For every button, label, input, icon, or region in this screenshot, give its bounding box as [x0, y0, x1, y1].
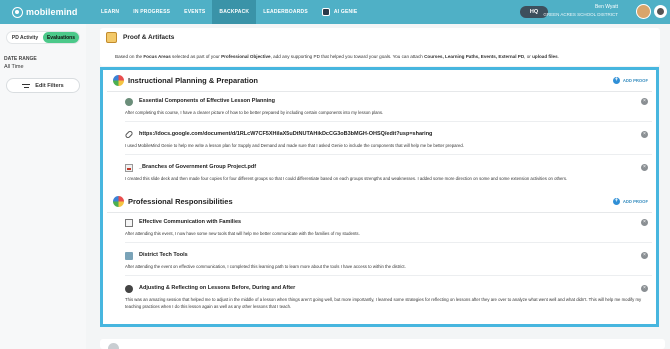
desc-bold: Courses, Learning Paths, Events, Externa… [424, 54, 525, 59]
section-icon [108, 343, 119, 349]
proof-item-desc: This was an amazing session that helped … [125, 297, 642, 309]
user-info[interactable]: Ben Wyatt GREEN ACRES SCHOOL DISTRICT [543, 4, 618, 18]
objectives-panel: Instructional Planning & Preparation + A… [100, 67, 659, 327]
objective-header: Professional Responsibilities + ADD PROO… [107, 195, 652, 209]
user-district: GREEN ACRES SCHOOL DISTRICT [543, 12, 618, 17]
help-icon[interactable] [654, 5, 667, 18]
desc-text: Based on the [115, 54, 144, 59]
course-icon [125, 98, 133, 106]
backpack-icon [106, 32, 117, 43]
desc-text: selected as part of your [170, 54, 222, 59]
objective-section: Instructional Planning & Preparation + A… [107, 74, 652, 181]
proof-item-title: _Branches of Government Group Project.pd… [139, 164, 257, 170]
learning-path-icon [125, 252, 133, 260]
toggle-evaluations[interactable]: Evaluations [43, 32, 79, 43]
remove-icon[interactable]: × [641, 131, 648, 138]
add-proof-label: ADD PROOF [622, 78, 648, 83]
proof-item-title: Effective Communication with Families [139, 219, 242, 225]
objective-title: Professional Responsibilities [128, 197, 233, 206]
remove-icon[interactable]: × [641, 285, 648, 292]
add-proof-button[interactable]: + ADD PROOF [612, 198, 648, 205]
objective-header: Instructional Planning & Preparation + A… [107, 74, 652, 88]
main-nav: LEARN IN PROGRESS EVENTS BACKPACK LEADER… [94, 0, 364, 24]
remove-icon[interactable]: × [641, 164, 648, 171]
remove-icon[interactable]: × [641, 252, 648, 259]
pdf-icon [125, 164, 133, 172]
nav-events[interactable]: EVENTS [177, 0, 212, 24]
focus-area-icon [113, 196, 124, 207]
proof-item-desc: After attending this event, I now have s… [125, 231, 360, 236]
proof-item-title: https://docs.google.com/document/d/1RLcW… [139, 131, 433, 137]
proof-item-title: Essential Components of Effective Lesson… [139, 98, 275, 104]
add-proof-label: ADD PROOF [622, 199, 648, 204]
event-icon [125, 219, 133, 227]
desc-text: , add any supporting PD that helped you … [270, 54, 425, 59]
remove-icon[interactable]: × [641, 98, 648, 105]
proof-item-title: Adjusting & Reflecting on Lessons Before… [139, 285, 296, 291]
user-avatar[interactable] [636, 4, 651, 19]
activity-toggle: PD Activity Evaluations [6, 31, 80, 44]
edit-filters-button[interactable]: Edit Filters [6, 78, 80, 93]
remove-icon[interactable]: × [641, 219, 648, 226]
user-name: Ben Wyatt [594, 4, 618, 10]
robot-icon [321, 8, 330, 16]
sidebar: PD Activity Evaluations DATE RANGE All T… [0, 24, 86, 349]
top-nav-bar: mobilemind LEARN IN PROGRESS EVENTS BACK… [0, 0, 670, 24]
desc-bold: Professional Objective [221, 54, 271, 59]
mobilemind-logo[interactable]: mobilemind [12, 6, 82, 18]
nav-ai-genie-label: AI GENIE [333, 9, 358, 15]
link-icon [124, 129, 134, 140]
proof-title: Proof & Artifacts [123, 34, 175, 41]
objective-title: Instructional Planning & Preparation [128, 76, 259, 85]
proof-item-desc: I used MobileMind Genie to help me write… [125, 143, 464, 148]
nav-learn[interactable]: LEARN [94, 0, 126, 24]
objective-section: Professional Responsibilities + ADD PROO… [107, 195, 652, 309]
add-proof-button[interactable]: + ADD PROOF [612, 77, 648, 84]
hq-label: HQ [529, 9, 539, 15]
date-range-value: All Time [4, 64, 24, 70]
proof-item-desc: After attending the event on effective c… [125, 264, 406, 269]
lesson-icon [125, 285, 133, 293]
desc-bold: upload files [532, 54, 558, 59]
filter-icon [22, 83, 31, 89]
date-range-label: DATE RANGE [4, 56, 37, 62]
proof-item-desc: After completing this course, I have a c… [125, 110, 384, 115]
proof-item-desc: I created this slide deck and then made … [125, 176, 568, 181]
nav-backpack[interactable]: BACKPACK [212, 0, 257, 24]
nav-leaderboards[interactable]: LEADERBOARDS [256, 0, 315, 24]
proof-item-title: District Tech Tools [139, 252, 188, 258]
desc-text: , or [524, 54, 533, 59]
proof-artifacts-card: Proof & Artifacts Based on the Focus Are… [100, 28, 660, 66]
nav-in-progress[interactable]: IN PROGRESS [126, 0, 177, 24]
plus-icon: + [612, 198, 620, 205]
plus-icon: + [612, 77, 620, 84]
proof-description: Based on the Focus Areas selected as par… [115, 54, 559, 59]
desc-text: . [557, 54, 559, 59]
logo-text: mobilemind [26, 7, 78, 17]
edit-filters-label: Edit Filters [35, 82, 64, 89]
nav-ai-genie[interactable]: AI GENIE [315, 0, 365, 24]
logo-icon [12, 6, 23, 18]
focus-area-icon [113, 75, 124, 86]
desc-bold: Focus Areas [143, 54, 171, 59]
next-section-card [100, 339, 665, 349]
toggle-pd-activity[interactable]: PD Activity [7, 32, 43, 43]
